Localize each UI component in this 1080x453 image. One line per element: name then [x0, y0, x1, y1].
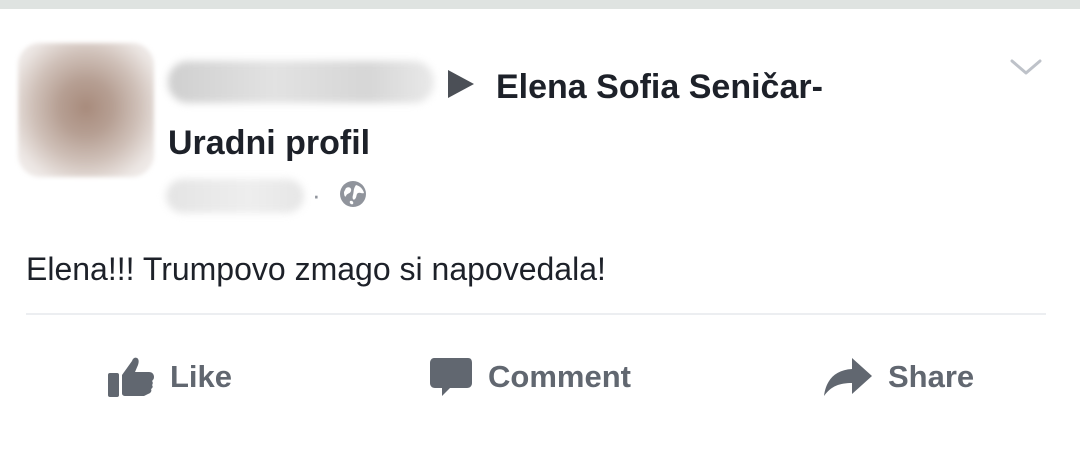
- target-page-name[interactable]: Elena Sofia Seničar-Uradni profil: [168, 59, 928, 171]
- chevron-down-icon[interactable]: [1006, 55, 1046, 79]
- globe-icon: [340, 181, 366, 207]
- comment-label: Comment: [488, 359, 631, 394]
- separator-dot: ·: [312, 180, 321, 210]
- comment-button[interactable]: Comment: [428, 349, 631, 405]
- share-label: Share: [888, 359, 975, 394]
- share-arrow-icon: [824, 358, 872, 396]
- author-avatar-blurred[interactable]: [18, 43, 154, 177]
- like-label: Like: [170, 359, 233, 394]
- post-card: Elena Sofia Seničar-Uradni profil · Elen…: [0, 9, 1080, 453]
- divider: [26, 313, 1046, 315]
- comment-icon: [430, 358, 472, 396]
- like-button[interactable]: Like: [106, 349, 232, 405]
- timestamp-blurred[interactable]: [166, 179, 304, 213]
- share-button[interactable]: Share: [822, 349, 974, 405]
- post-text: Elena!!! Trumpovo zmago si napovedala!: [26, 251, 606, 287]
- thumbs-up-icon: [108, 357, 154, 397]
- top-bar: [0, 0, 1080, 9]
